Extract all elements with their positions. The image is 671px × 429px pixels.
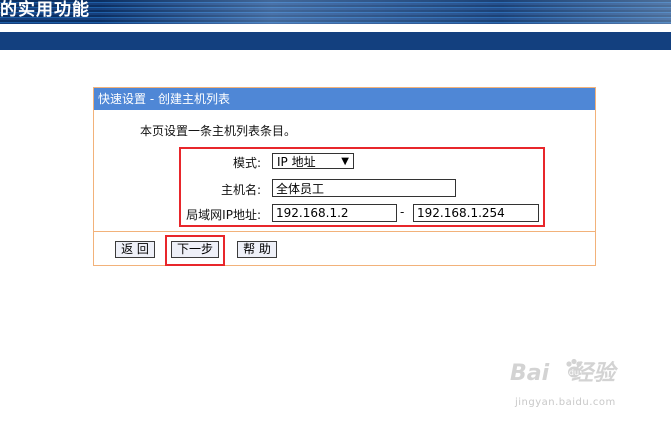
banner-gap [0,24,671,32]
baidu-watermark: Bai 经验 du jingyan.baidu.com [510,355,645,415]
next-button-highlight [165,235,225,266]
paw-icon: du [566,358,582,378]
banner-title: 的实用功能 [0,0,90,20]
watermark-brand-left: Bai [510,361,550,386]
panel-intro-text: 本页设置一条主机列表条目。 [140,124,297,138]
panel-title: 快速设置 - 创建主机列表 [94,88,595,110]
watermark-url: jingyan.baidu.com [515,397,616,408]
help-button[interactable]: 帮 助 [237,241,277,258]
back-button[interactable]: 返 回 [115,241,155,258]
banner-decoration [100,0,671,24]
header-banner: 的实用功能 [0,0,671,24]
svg-text:du: du [569,368,579,377]
button-separator [94,231,595,232]
form-highlight-box [179,147,545,227]
nav-bar [0,32,671,50]
quick-setup-panel: 快速设置 - 创建主机列表 本页设置一条主机列表条目。 模式: IP 地址 ▼ … [93,87,596,266]
